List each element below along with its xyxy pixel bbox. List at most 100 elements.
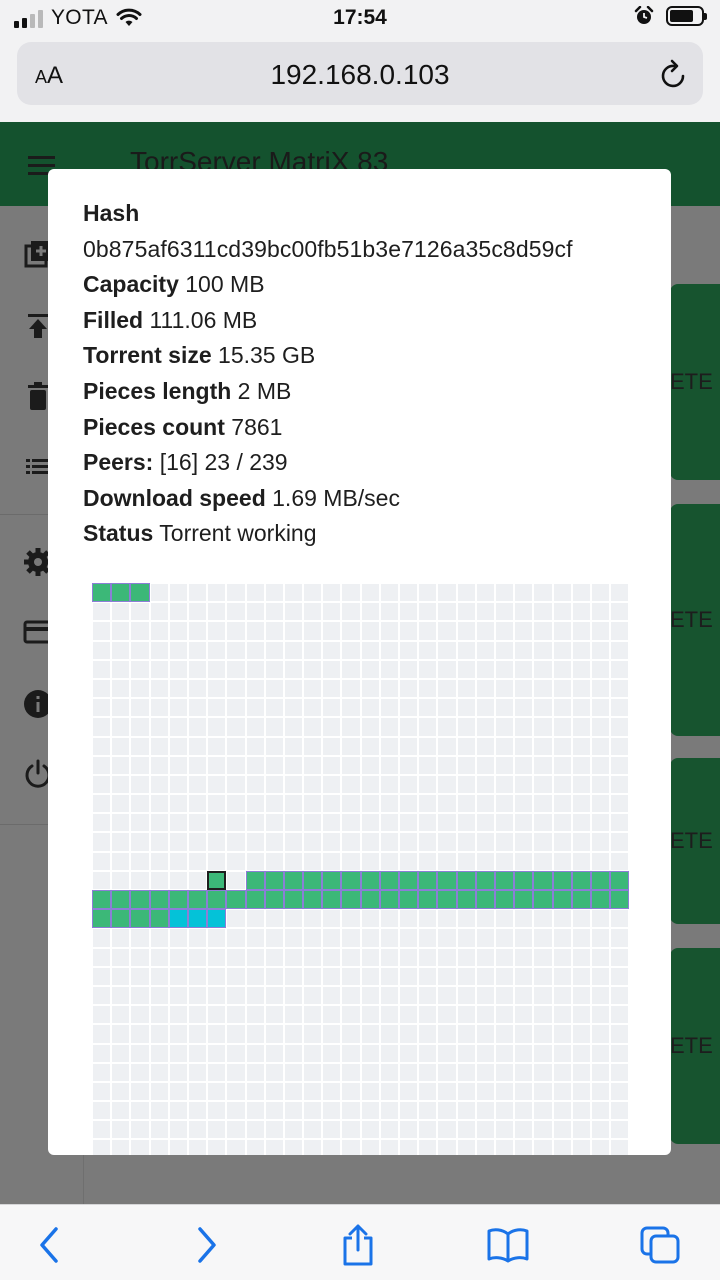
cache-piece-full (226, 890, 246, 910)
cache-piece (437, 755, 457, 775)
cache-piece (456, 755, 476, 775)
cache-piece (187, 813, 208, 833)
cache-piece (437, 947, 457, 967)
delete-button[interactable]: ETE (670, 607, 713, 633)
battery-icon (666, 6, 707, 26)
delete-button[interactable]: ETE (670, 1033, 713, 1059)
cache-piece (130, 678, 150, 699)
cache-piece (264, 1120, 284, 1140)
cache-piece (111, 928, 131, 948)
torrent-card[interactable]: ETE (670, 284, 720, 480)
cache-piece (418, 985, 438, 1006)
cache-piece (494, 1120, 515, 1140)
bookmarks-button[interactable] (486, 1223, 530, 1267)
cache-piece (111, 1120, 131, 1140)
cache-piece (322, 909, 342, 929)
cache-piece (149, 621, 169, 641)
cache-piece (437, 583, 457, 603)
cache-piece (571, 928, 591, 948)
cache-piece (494, 602, 515, 622)
delete-button[interactable]: ETE (670, 369, 713, 395)
cache-piece (590, 1062, 611, 1082)
cache-piece (245, 736, 265, 756)
cache-piece (494, 985, 515, 1006)
torrent-card[interactable]: ETE (670, 948, 720, 1144)
cache-piece (379, 659, 399, 679)
cache-piece (379, 736, 399, 756)
cache-piece (303, 659, 323, 679)
cache-piece (207, 1120, 227, 1140)
cache-piece (264, 832, 284, 852)
reload-icon[interactable] (659, 58, 689, 90)
cache-piece (360, 1024, 380, 1044)
cache-piece-full (475, 870, 495, 890)
cache-piece (111, 1081, 131, 1102)
info-label: Filled (83, 306, 144, 333)
cache-piece (610, 774, 630, 795)
cache-piece (187, 755, 208, 775)
cache-piece (92, 966, 112, 986)
cache-piece (341, 1062, 361, 1082)
cache-piece (475, 909, 495, 929)
cache-piece (552, 947, 572, 967)
cache-piece (226, 1120, 246, 1140)
cache-piece (187, 966, 208, 986)
info-value: 2 MB (237, 377, 292, 404)
cache-piece (168, 947, 188, 967)
cache-piece (571, 1139, 591, 1155)
delete-button[interactable]: ETE (670, 828, 713, 854)
cache-piece (283, 717, 304, 737)
cache-piece (207, 774, 227, 795)
torrent-card[interactable]: ETE (670, 758, 720, 924)
cache-piece (418, 698, 438, 718)
cache-piece-full (552, 890, 572, 910)
url-text[interactable]: 192.168.0.103 (17, 59, 703, 91)
cache-piece (245, 947, 265, 967)
cache-piece (610, 755, 630, 775)
address-bar[interactable]: AA 192.168.0.103 (17, 42, 703, 105)
cache-piece-full (456, 870, 476, 890)
cache-piece (245, 1139, 265, 1155)
cache-piece-full (514, 870, 534, 890)
cache-piece (437, 813, 457, 833)
tabs-button[interactable] (638, 1223, 682, 1267)
cache-piece (341, 1139, 361, 1155)
cache-piece (341, 774, 361, 795)
cache-piece (610, 928, 630, 948)
cache-piece (111, 1139, 131, 1155)
cache-piece (149, 678, 169, 699)
cache-piece (303, 640, 323, 660)
cache-piece (379, 813, 399, 833)
info-value: [16] 23 / 239 (159, 449, 288, 476)
back-button[interactable] (28, 1223, 72, 1267)
cache-piece (226, 602, 246, 622)
cache-piece (341, 947, 361, 967)
cache-piece (610, 659, 630, 679)
cache-piece (571, 966, 591, 986)
cache-piece (456, 736, 476, 756)
cache-piece (494, 1024, 515, 1044)
cache-piece (360, 583, 380, 603)
cache-piece (283, 1081, 304, 1102)
info-label: Torrent size (83, 342, 212, 369)
forward-button[interactable] (184, 1223, 228, 1267)
cache-piece (590, 1120, 611, 1140)
cache-piece (590, 1101, 611, 1121)
cache-piece (360, 1043, 380, 1063)
cache-piece (168, 1139, 188, 1155)
cache-piece (264, 985, 284, 1006)
cache-piece (379, 1101, 399, 1121)
share-button[interactable] (336, 1223, 380, 1267)
torrent-card[interactable]: ETE (670, 504, 720, 736)
cache-piece (399, 1005, 419, 1025)
cache-piece (494, 851, 515, 871)
cache-piece-full (494, 890, 515, 910)
cache-piece (571, 851, 591, 871)
cache-piece (111, 985, 131, 1006)
cache-piece (207, 678, 227, 699)
cache-piece (533, 717, 553, 737)
cache-piece (264, 1024, 284, 1044)
cache-piece (590, 928, 611, 948)
cache-piece (245, 794, 265, 814)
cache-piece (418, 659, 438, 679)
